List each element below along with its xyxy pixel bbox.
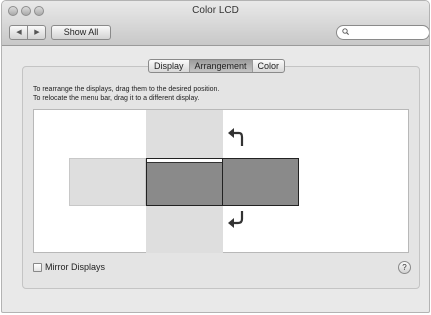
tab-color[interactable]: Color [253,60,285,72]
tab-display[interactable]: Display [149,60,190,72]
rotate-arrow-bottom-icon [228,211,244,228]
instruction-rearrange: To rearrange the displays, drag them to … [33,86,220,93]
help-button[interactable]: ? [398,261,411,274]
tab-bar: Display Arrangement Color [148,59,286,73]
rotate-arrow-top-icon [228,128,244,146]
back-arrow-icon: ◀ [16,29,22,36]
menu-bar-indicator[interactable] [147,159,222,163]
nav-buttons: ◀ ▶ [9,25,46,40]
show-all-button[interactable]: Show All [51,25,111,40]
title-bar: Color LCD ◀ ▶ Show All [2,1,429,46]
drop-zone-left [69,158,146,206]
display-main[interactable] [146,158,223,206]
search-input[interactable] [336,25,429,40]
forward-arrow-icon: ▶ [34,29,40,36]
forward-button[interactable]: ▶ [28,26,46,39]
tab-arrangement[interactable]: Arrangement [189,60,253,72]
arrangement-canvas [33,109,409,253]
drop-zone-bottom [146,206,223,253]
mirror-displays-label[interactable]: Mirror Displays [45,262,105,272]
search-icon [342,28,349,35]
window-title: Color LCD [192,5,239,16]
preferences-window: Color LCD ◀ ▶ Show All Display Arrangeme… [1,0,430,313]
display-secondary[interactable] [222,158,299,206]
drop-zone-top [146,110,223,158]
instruction-menubar: To relocate the menu bar, drag it to a d… [33,95,200,102]
back-button[interactable]: ◀ [10,26,28,39]
mirror-displays-checkbox[interactable] [33,263,42,272]
